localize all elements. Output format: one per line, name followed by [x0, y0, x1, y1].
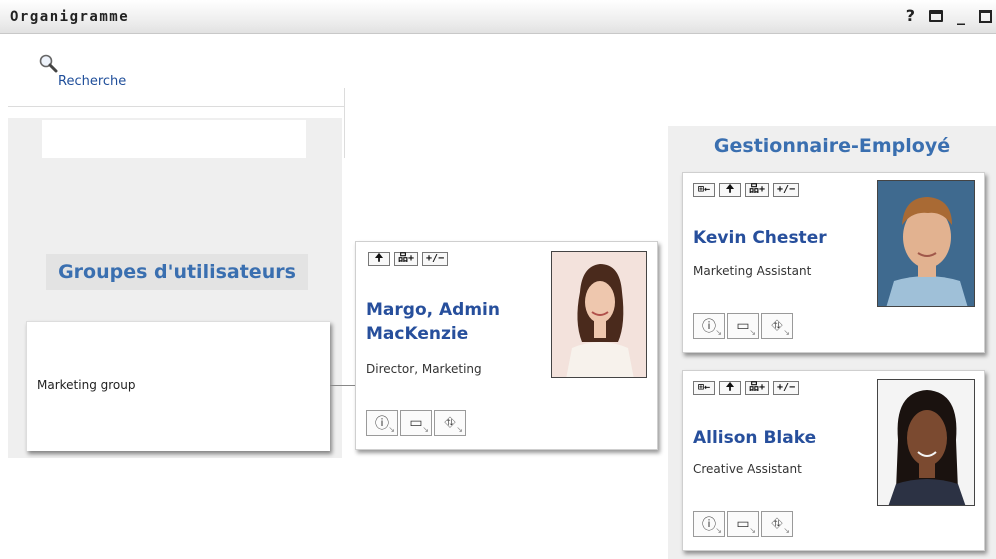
- vcard-glyph: ▭: [736, 516, 750, 532]
- help-icon[interactable]: ?: [906, 7, 915, 25]
- manager-employee-heading: Gestionnaire-Employé: [713, 135, 951, 157]
- info-icon[interactable]: ⓘ ↘: [693, 313, 725, 339]
- window-controls: ? _: [906, 7, 992, 25]
- org-chart-glyph: ⛗: [771, 318, 783, 334]
- org-chart-glyph: ⛗: [771, 516, 783, 532]
- card-actions: ⓘ ↘ ▭ ↘ ⛗ ↘: [366, 410, 466, 436]
- window-titlebar: Organigramme ? _: [0, 0, 996, 34]
- minimize-icon[interactable]: _: [957, 7, 965, 25]
- employee-name[interactable]: Margo, Admin: [366, 298, 500, 322]
- employee-title: Marketing Assistant: [693, 264, 812, 278]
- card-actions: ⓘ ↘ ▭ ↘ ⛗ ↘: [693, 511, 793, 537]
- employee-name[interactable]: Kevin Chester: [693, 226, 827, 250]
- divider: [344, 88, 345, 158]
- employee-card-focus: 🠉 品+ +/− Margo, Admin MacKenzie Director…: [355, 241, 658, 450]
- org-chart-icon[interactable]: ⛗ ↘: [761, 511, 793, 537]
- employee-photo: [877, 180, 975, 307]
- vcard-glyph: ▭: [409, 415, 423, 431]
- show-manager-button[interactable]: ⊞←: [693, 183, 715, 197]
- employee-card: ⊞← 🠉 品+ +/− Kevin Chester Marketing Assi…: [682, 172, 985, 353]
- employee-photo: [551, 251, 647, 378]
- search-link[interactable]: Recherche: [58, 74, 126, 89]
- print-icon[interactable]: [929, 10, 943, 22]
- card-controls: ⊞← 🠉 品+ +/−: [693, 381, 800, 395]
- show-reports-button[interactable]: 品+: [394, 252, 419, 266]
- info-glyph: ⓘ: [375, 416, 389, 432]
- employee-name[interactable]: MacKenzie: [366, 322, 468, 346]
- info-icon[interactable]: ⓘ ↘: [693, 511, 725, 537]
- maximize-icon[interactable]: [979, 10, 992, 23]
- employee-name[interactable]: Allison Blake: [693, 426, 816, 450]
- vcard-icon[interactable]: ▭ ↘: [727, 511, 759, 537]
- info-glyph: ⓘ: [702, 517, 716, 533]
- card-controls: ⊞← 🠉 品+ +/−: [693, 183, 800, 197]
- groups-heading: Groupes d'utilisateurs: [46, 254, 308, 290]
- employee-title: Creative Assistant: [693, 462, 802, 476]
- card-controls: 🠉 品+ +/−: [368, 252, 449, 266]
- org-chart-icon[interactable]: ⛗ ↘: [761, 313, 793, 339]
- card-actions: ⓘ ↘ ▭ ↘ ⛗ ↘: [693, 313, 793, 339]
- expand-toggle-button[interactable]: +/−: [773, 183, 800, 197]
- show-manager-button[interactable]: ⊞←: [693, 381, 715, 395]
- expand-toggle-button[interactable]: +/−: [773, 381, 800, 395]
- info-glyph: ⓘ: [702, 319, 716, 335]
- groups-panel: Groupes d'utilisateurs Marketing group: [8, 118, 342, 458]
- info-icon[interactable]: ⓘ ↘: [366, 410, 398, 436]
- group-label[interactable]: Marketing group: [37, 378, 135, 392]
- show-reports-button[interactable]: 品+: [745, 381, 770, 395]
- groups-panel-header: [42, 120, 306, 158]
- employee-photo: [877, 379, 975, 506]
- expand-toggle-button[interactable]: +/−: [422, 252, 449, 266]
- window-title: Organigramme: [10, 9, 130, 25]
- vcard-icon[interactable]: ▭ ↘: [727, 313, 759, 339]
- vcard-glyph: ▭: [736, 318, 750, 334]
- up-level-button[interactable]: 🠉: [368, 252, 390, 266]
- search-icon[interactable]: [38, 53, 58, 73]
- vcard-icon[interactable]: ▭ ↘: [400, 410, 432, 436]
- org-chart-icon[interactable]: ⛗ ↘: [434, 410, 466, 436]
- toolbar: [0, 35, 996, 105]
- group-card[interactable]: Marketing group: [26, 321, 330, 451]
- show-reports-button[interactable]: 品+: [745, 183, 770, 197]
- divider: [8, 106, 344, 107]
- connector-line: [330, 385, 356, 386]
- employee-card: ⊞← 🠉 品+ +/− Allison Blake Creative Assis…: [682, 370, 985, 551]
- org-chart-glyph: ⛗: [444, 415, 456, 431]
- up-level-button[interactable]: 🠉: [719, 381, 741, 395]
- up-level-button[interactable]: 🠉: [719, 183, 741, 197]
- employee-title: Director, Marketing: [366, 362, 482, 376]
